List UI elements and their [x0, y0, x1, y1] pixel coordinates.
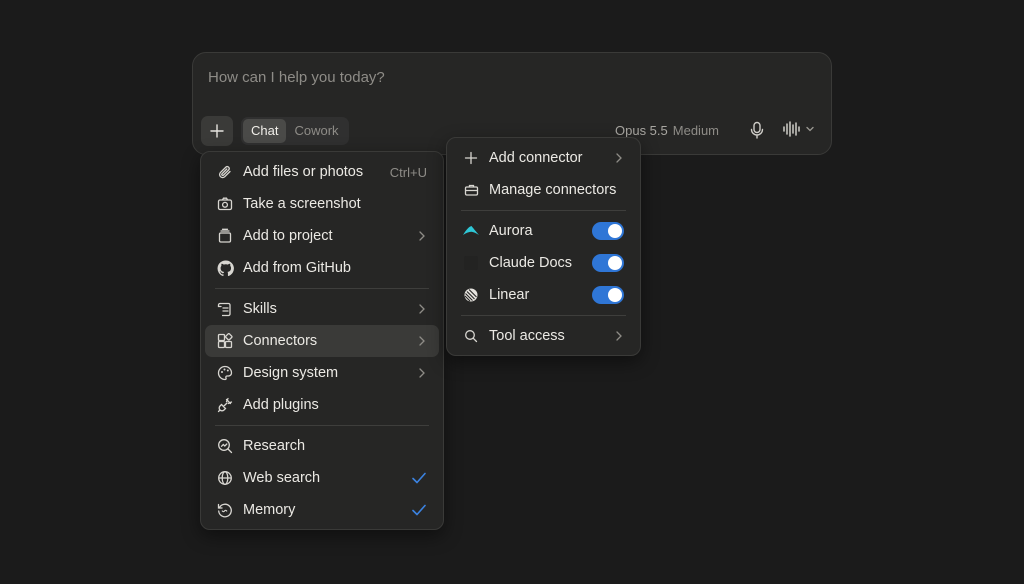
palette-icon — [216, 364, 234, 382]
menu-item-label: Memory — [243, 502, 296, 518]
menu-item-add-files[interactable]: Add files or photos Ctrl+U — [205, 156, 439, 188]
mode-toggle[interactable]: Chat Cowork — [241, 117, 349, 145]
chevron-right-icon — [614, 330, 624, 342]
chevron-down-icon — [805, 124, 815, 134]
menu-item-add-plugins[interactable]: Add plugins — [205, 389, 439, 421]
menu-item-research[interactable]: Research — [205, 430, 439, 462]
connector-linear[interactable]: Linear — [451, 279, 636, 311]
camera-icon — [216, 195, 234, 213]
checkmark-icon — [411, 471, 427, 485]
menu-item-label: Tool access — [489, 328, 565, 344]
menu-item-label: Web search — [243, 470, 321, 486]
menu-item-label: Research — [243, 438, 306, 454]
aurora-icon — [462, 222, 480, 240]
toggle-switch[interactable] — [592, 222, 624, 240]
menu-item-memory[interactable]: Memory — [205, 494, 439, 526]
chevron-right-icon — [417, 335, 427, 347]
skills-icon — [216, 300, 234, 318]
menu-item-screenshot[interactable]: Take a screenshot — [205, 188, 439, 220]
menu-item-connectors[interactable]: Connectors — [205, 325, 439, 357]
menu-item-label: Add to project — [243, 228, 333, 244]
plus-icon — [462, 149, 480, 167]
attach-button[interactable] — [201, 116, 233, 146]
mic-button[interactable] — [749, 121, 765, 139]
menu-divider — [461, 315, 626, 316]
chevron-right-icon — [417, 303, 427, 315]
connectors-icon — [216, 332, 234, 350]
voice-mode-button[interactable] — [783, 121, 815, 137]
waveform-icon — [783, 121, 801, 137]
menu-item-label: Manage connectors — [489, 182, 617, 198]
briefcase-icon — [462, 181, 480, 199]
shortcut-hint: Ctrl+U — [389, 164, 427, 180]
menu-item-label: Design system — [243, 365, 339, 381]
menu-item-label: Connectors — [243, 333, 318, 349]
research-icon — [216, 437, 234, 455]
connector-aurora[interactable]: Aurora — [451, 215, 636, 247]
prompt-placeholder[interactable]: How can I help you today? — [208, 69, 385, 86]
menu-item-design-system[interactable]: Design system — [205, 357, 439, 389]
chevron-right-icon — [417, 230, 427, 242]
toggle-switch[interactable] — [592, 254, 624, 272]
checkmark-icon — [411, 503, 427, 517]
microphone-icon — [749, 121, 765, 139]
menu-item-tool-access[interactable]: Tool access — [451, 320, 636, 352]
menu-item-label: Take a screenshot — [243, 196, 361, 212]
menu-item-label: Add plugins — [243, 397, 319, 413]
project-icon — [216, 227, 234, 245]
menu-item-add-connector[interactable]: Add connector — [451, 142, 636, 174]
menu-item-add-to-project[interactable]: Add to project — [205, 220, 439, 252]
linear-icon — [462, 286, 480, 304]
menu-item-github[interactable]: Add from GitHub — [205, 252, 439, 284]
menu-item-label: Add from GitHub — [243, 260, 351, 276]
menu-divider — [461, 210, 626, 211]
mode-chat[interactable]: Chat — [243, 119, 287, 143]
globe-icon — [216, 469, 234, 487]
menu-item-manage-connectors[interactable]: Manage connectors — [451, 174, 636, 206]
menu-item-label: Skills — [243, 301, 277, 317]
chevron-right-icon — [417, 367, 427, 379]
search-icon — [462, 327, 480, 345]
menu-item-web-search[interactable]: Web search — [205, 462, 439, 494]
toggle-switch[interactable] — [592, 286, 624, 304]
paperclip-icon — [216, 163, 234, 181]
plus-icon — [209, 123, 225, 139]
claude-docs-icon — [462, 254, 480, 272]
menu-divider — [215, 425, 429, 426]
model-name: Opus 5.5 — [615, 123, 668, 138]
menu-item-label: Add connector — [489, 150, 583, 166]
connector-label: Linear — [489, 287, 530, 303]
connector-label: Claude Docs — [489, 255, 573, 271]
menu-item-skills[interactable]: Skills — [205, 293, 439, 325]
connector-label: Aurora — [489, 223, 533, 239]
plug-icon — [216, 396, 234, 414]
github-icon — [216, 259, 234, 277]
model-selector[interactable]: Opus 5.5 Medium — [615, 123, 719, 138]
connector-claude-docs[interactable]: Claude Docs — [451, 247, 636, 279]
memory-icon — [216, 501, 234, 519]
attach-menu: Add files or photos Ctrl+U Take a screen… — [200, 151, 444, 530]
menu-item-label: Add files or photos — [243, 164, 364, 180]
mode-cowork[interactable]: Cowork — [286, 119, 346, 143]
chevron-right-icon — [614, 152, 624, 164]
menu-divider — [215, 288, 429, 289]
connectors-submenu: Add connector Manage connectors Aurora C… — [446, 137, 641, 356]
model-effort: Medium — [672, 123, 720, 138]
